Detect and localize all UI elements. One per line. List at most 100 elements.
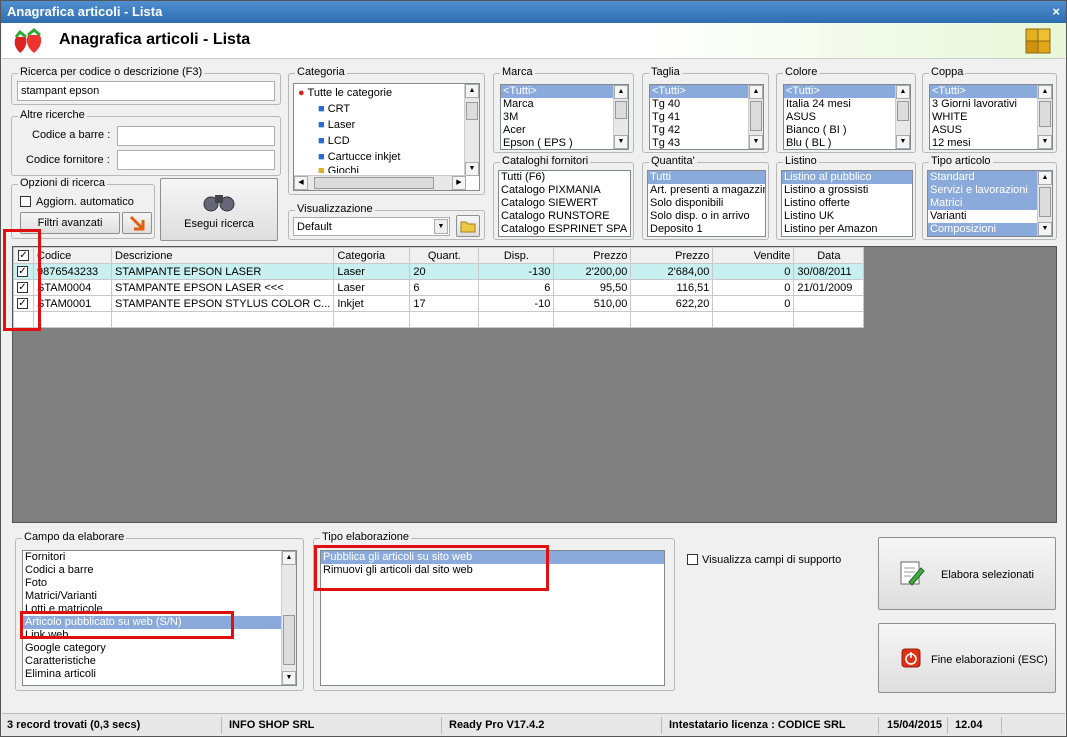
list-item[interactable]: Solo disp. o in arrivo	[648, 210, 765, 223]
filter-arrow-button[interactable]	[122, 212, 152, 234]
table-cell[interactable]: 6	[409, 279, 480, 296]
scroll-down-icon[interactable]: ▼	[465, 162, 479, 176]
list-item[interactable]: <Tutti>	[930, 85, 1052, 98]
article-type-vscroll[interactable]: ▲ ▼	[1037, 171, 1052, 236]
column-header[interactable]: Prezzo	[630, 247, 714, 264]
field-vscroll[interactable]: ▲ ▼	[281, 551, 296, 685]
scroll-down-icon[interactable]: ▼	[1038, 222, 1052, 236]
list-item[interactable]: Varianti	[928, 210, 1052, 223]
search-input[interactable]: stampant epson	[17, 81, 275, 101]
scroll-up-icon[interactable]: ▲	[1038, 85, 1052, 99]
table-cell[interactable]: Inkjet	[333, 295, 411, 312]
run-search-button[interactable]: Esegui ricerca	[160, 178, 278, 241]
list-item[interactable]: Matrici/Varianti	[23, 590, 296, 603]
column-header[interactable]: Descrizione	[110, 247, 335, 264]
scroll-thumb[interactable]	[283, 615, 295, 665]
list-item[interactable]: 12 mesi	[930, 137, 1052, 149]
tree-item[interactable]: ■ LCD	[318, 135, 350, 147]
scroll-down-icon[interactable]: ▼	[614, 135, 628, 149]
scroll-right-icon[interactable]: ▶	[452, 176, 466, 190]
list-item[interactable]: Tutti	[648, 171, 765, 184]
article-type-list[interactable]: Standard Servizi e lavorazioni Matrici V…	[927, 170, 1053, 237]
list-item[interactable]: ASUS	[784, 111, 910, 124]
scroll-down-icon[interactable]: ▼	[282, 671, 296, 685]
scroll-thumb[interactable]	[466, 102, 478, 120]
list-item[interactable]: Solo disponibili	[648, 197, 765, 210]
table-cell[interactable]: Laser	[333, 263, 411, 280]
table-row[interactable]: ✓ STAM0001 STAMPANTE EPSON STYLUS COLOR …	[13, 295, 865, 312]
list-item[interactable]: Bianco ( BI )	[784, 124, 910, 137]
column-header[interactable]: Quant.	[409, 247, 480, 264]
table-cell[interactable]: 21/01/2009	[793, 279, 865, 296]
size-list[interactable]: <Tutti> Tg 40 Tg 41 Tg 42 Tg 43 ▲ ▼	[649, 84, 764, 150]
brand-vscroll[interactable]: ▲ ▼	[613, 85, 628, 149]
table-cell[interactable]: STAMPANTE EPSON STYLUS COLOR C...	[110, 295, 335, 312]
scroll-down-icon[interactable]: ▼	[749, 135, 763, 149]
scroll-thumb[interactable]	[750, 101, 762, 131]
list-item[interactable]: Acer	[501, 124, 628, 137]
list-item[interactable]: Marca	[501, 98, 628, 111]
list-item[interactable]: Composizioni	[928, 223, 1052, 236]
results-table[interactable]: ✓ Codice Descrizione Categoria Quant. Di…	[13, 247, 865, 328]
list-item[interactable]: <Tutti>	[784, 85, 910, 98]
cup-list[interactable]: <Tutti> 3 Giorni lavorativi WHITE ASUS 1…	[929, 84, 1053, 150]
list-item[interactable]: Catalogo RUNSTORE	[499, 210, 630, 223]
column-header[interactable]: Categoria	[333, 247, 411, 264]
table-cell[interactable]: -130	[478, 263, 555, 280]
table-row[interactable]: ✓ 9876543233 STAMPANTE EPSON LASER Laser…	[13, 263, 865, 280]
list-item[interactable]: Catalogo SIEWERT	[499, 197, 630, 210]
color-vscroll[interactable]: ▲ ▼	[895, 85, 910, 149]
list-item[interactable]: Listino offerte	[782, 197, 912, 210]
catalogs-list[interactable]: Tutti (F6) Catalogo PIXMANIA Catalogo SI…	[498, 170, 631, 237]
supplier-code-input[interactable]	[117, 150, 275, 170]
cup-vscroll[interactable]: ▲ ▼	[1037, 85, 1052, 149]
scroll-thumb[interactable]	[1039, 187, 1051, 217]
scroll-left-icon[interactable]: ◀	[294, 176, 308, 190]
table-row[interactable]: ✓ STAM0004 STAMPANTE EPSON LASER <<< Las…	[13, 279, 865, 296]
support-fields-checkbox[interactable]	[687, 554, 698, 565]
table-row-empty[interactable]	[13, 311, 865, 328]
table-cell[interactable]: 0	[712, 263, 795, 280]
category-tree[interactable]: ● Tutte le categorie ■ CRT ■ Laser ■ LCD…	[293, 83, 480, 191]
tree-item[interactable]: ■ Cartucce inkjet	[318, 151, 400, 163]
list-item[interactable]: Tg 41	[650, 111, 763, 124]
table-cell[interactable]: 9876543233	[33, 263, 112, 280]
table-cell[interactable]: 17	[409, 295, 480, 312]
list-item[interactable]: 3 Giorni lavorativi	[930, 98, 1052, 111]
table-cell[interactable]: 30/08/2011	[793, 263, 865, 280]
barcode-input[interactable]	[117, 126, 275, 146]
brand-list[interactable]: <Tutti> Marca 3M Acer Epson ( EPS ) ▲ ▼	[500, 84, 629, 150]
list-item[interactable]: Epson ( EPS )	[501, 137, 628, 149]
scroll-up-icon[interactable]: ▲	[465, 84, 479, 98]
column-header[interactable]: Disp.	[478, 247, 555, 264]
table-cell[interactable]: 20	[409, 263, 480, 280]
scroll-up-icon[interactable]: ▲	[282, 551, 296, 565]
list-item[interactable]: <Tutti>	[650, 85, 763, 98]
tree-item[interactable]: ■ Giochi	[318, 165, 359, 173]
list-item[interactable]: ASUS	[930, 124, 1052, 137]
scroll-down-icon[interactable]: ▼	[896, 135, 910, 149]
table-cell[interactable]: 2'684,00	[630, 263, 714, 280]
list-item[interactable]: <Tutti>	[501, 85, 628, 98]
list-item[interactable]: Catalogo PIXMANIA	[499, 184, 630, 197]
tree-item[interactable]: ■ Laser	[318, 119, 355, 131]
table-cell[interactable]	[793, 295, 865, 312]
list-item[interactable]: Listino a grossisti	[782, 184, 912, 197]
list-item[interactable]: Tg 42	[650, 124, 763, 137]
auto-update-checkbox[interactable]	[20, 196, 31, 207]
process-selected-button[interactable]: Elabora selezionati	[878, 537, 1056, 610]
scroll-thumb[interactable]	[897, 101, 909, 121]
color-list[interactable]: <Tutti> Italia 24 mesi ASUS Bianco ( BI …	[783, 84, 911, 150]
list-item[interactable]: Deposito 1	[648, 223, 765, 236]
list-item[interactable]: Servizi e lavorazioni	[928, 184, 1052, 197]
price-list[interactable]: Listino al pubblico Listino a grossisti …	[781, 170, 913, 237]
end-processing-button[interactable]: Fine elaborazioni (ESC)	[878, 623, 1056, 693]
table-cell[interactable]: Laser	[333, 279, 411, 296]
column-header[interactable]: Prezzo	[553, 247, 632, 264]
table-cell[interactable]: STAMPANTE EPSON LASER <<<	[110, 279, 335, 296]
list-item[interactable]: Caratteristiche	[23, 655, 296, 668]
category-hscroll[interactable]: ◀ ▶	[294, 175, 466, 190]
list-item[interactable]: Listino per Amazon	[782, 223, 912, 236]
scroll-down-icon[interactable]: ▼	[1038, 135, 1052, 149]
scroll-up-icon[interactable]: ▲	[1038, 171, 1052, 185]
